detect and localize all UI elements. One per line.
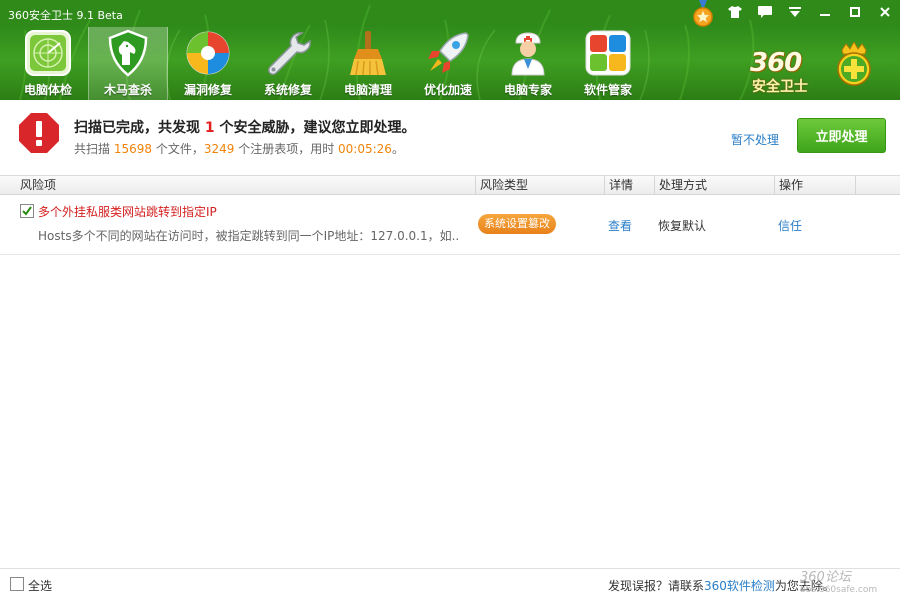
forum-watermark: 360论坛 bbs.360safe.com (800, 570, 878, 595)
scan-result-panel: 扫描已完成，共发现 1 个安全威胁，建议您立即处理。 共扫描 15698 个文件… (0, 100, 900, 176)
checkmark-icon (22, 206, 32, 216)
nav-label: 电脑清理 (343, 83, 392, 97)
close-icon[interactable] (870, 0, 900, 24)
column-header-action[interactable]: 操作 (775, 176, 856, 195)
row-checkbox[interactable] (20, 204, 34, 218)
nav-label: 优化加速 (423, 83, 472, 97)
ignore-link[interactable]: 暂不处理 (731, 131, 779, 148)
nav-item-trojan-scan[interactable]: 木马查杀 (88, 27, 168, 100)
fix-now-button[interactable]: 立即处理 (797, 118, 886, 153)
handling-method: 恢复默认 (658, 219, 707, 233)
table-row: 多个外挂私服类网站跳转到指定IP Hosts多个不同的网站在访问时，被指定跳转到… (0, 195, 900, 255)
feedback-icon[interactable] (750, 0, 780, 24)
registry-count: 3249 (203, 142, 235, 156)
nav-label: 木马查杀 (103, 83, 152, 97)
scan-duration: 00:05:26 (338, 142, 392, 156)
risk-item-description: Hosts多个不同的网站在访问时，被指定跳转到同一个IP地址：127.0.0.1… (38, 229, 458, 243)
nav-item-patch[interactable]: 漏洞修复 (168, 27, 248, 100)
risk-type-badge: 系统设置篡改 (478, 214, 556, 234)
nav-label: 系统修复 (263, 83, 312, 97)
risk-item-name: 多个外挂私服类网站跳转到指定IP (38, 205, 217, 219)
column-header-risk-type[interactable]: 风险类型 (476, 176, 605, 195)
brand-logo: 360 安全卫士 (750, 28, 890, 95)
table-header: 风险项 风险类型 详情 处理方式 操作 (0, 176, 900, 195)
broom-icon (350, 31, 386, 76)
nav-label: 软件管家 (583, 83, 632, 97)
wrench-icon (268, 32, 311, 75)
app-grid-icon (585, 30, 631, 76)
minimize-icon[interactable] (810, 0, 840, 24)
horse-shield-icon (108, 29, 148, 77)
menu-icon[interactable] (780, 0, 810, 24)
nav-item-software[interactable]: 软件管家 (568, 27, 648, 100)
nav-label: 电脑体检 (23, 83, 72, 97)
scan-summary: 共扫描 15698 个文件，3249 个注册表项，用时 00:05:26。 (74, 142, 404, 156)
brand-text: 安全卫士 (752, 79, 808, 95)
column-header-method[interactable]: 处理方式 (655, 176, 775, 195)
column-header-risk-item[interactable]: 风险项 (0, 176, 476, 195)
nav-item-cleanup[interactable]: 电脑清理 (328, 27, 408, 100)
footer-bar: 全选 发现误报？请联系360软件检测为您去除。 360论坛 bbs.360safe… (0, 568, 900, 600)
windows-patch-icon (186, 31, 230, 75)
column-header-details[interactable]: 详情 (605, 176, 655, 195)
trust-link[interactable]: 信任 (778, 217, 802, 234)
nav-item-checkup[interactable]: 电脑体检 (8, 27, 88, 100)
nav-item-expert[interactable]: 电脑专家 (488, 27, 568, 100)
doctor-icon (511, 32, 545, 76)
window-controls (720, 0, 900, 24)
nav-label: 漏洞修复 (183, 83, 232, 97)
radar-icon (25, 30, 71, 76)
maximize-icon[interactable] (840, 0, 870, 24)
threat-count: 1 (204, 120, 215, 136)
skin-icon[interactable] (720, 0, 750, 24)
nav-label: 电脑专家 (503, 83, 552, 97)
medal-icon[interactable] (691, 0, 715, 28)
rocket-icon (428, 32, 469, 73)
select-all-label: 全选 (28, 579, 53, 593)
view-details-link[interactable]: 查看 (608, 217, 632, 234)
main-nav: 电脑体检 木马查杀 漏洞修复 系统修复 电脑清理 优化加速 电脑专家 软件管家 (8, 27, 648, 100)
brand-number: 360 (750, 48, 802, 78)
app-header: 360安全卫士 9.1 Beta 电脑体检 木马查杀 漏洞修复 系统修复 电脑清… (0, 0, 900, 100)
nav-item-system-repair[interactable]: 系统修复 (248, 27, 328, 100)
warning-icon (19, 113, 59, 153)
file-count: 15698 (113, 142, 153, 156)
result-title: 扫描已完成，共发现 1 个安全威胁，建议您立即处理。 (74, 120, 416, 136)
window-title: 360安全卫士 9.1 Beta (8, 9, 123, 22)
software-check-link[interactable]: 360软件检测 (704, 579, 775, 593)
select-all-checkbox[interactable] (10, 577, 24, 591)
nav-item-speedup[interactable]: 优化加速 (408, 27, 488, 100)
crown-plus-icon (837, 42, 871, 86)
